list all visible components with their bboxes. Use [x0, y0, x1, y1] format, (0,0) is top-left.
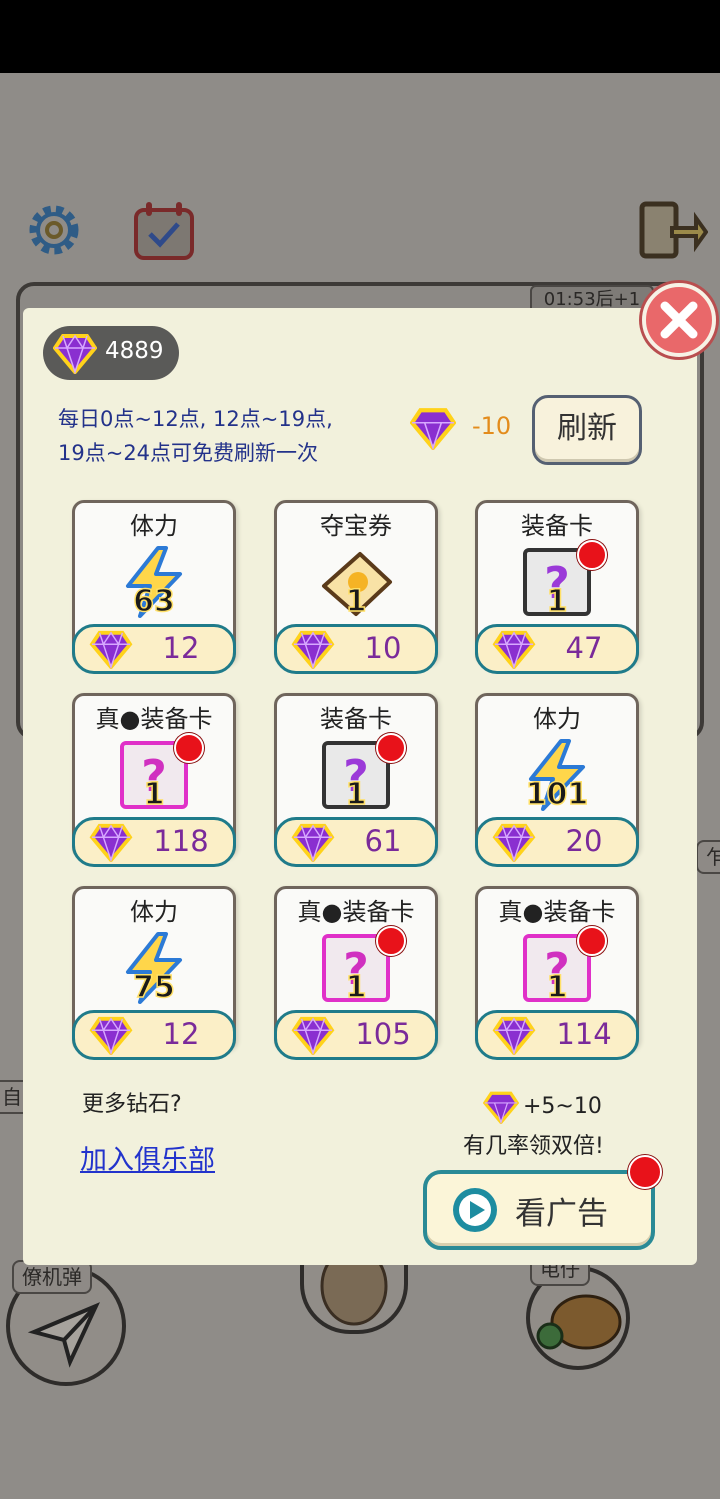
edge-tag-right: 乍 — [696, 840, 720, 874]
notification-badge — [376, 926, 406, 956]
shop-item-card[interactable]: 真●装备卡? 1 118 — [72, 693, 236, 867]
close-button[interactable] — [642, 283, 716, 357]
item-quantity: 1 — [345, 583, 367, 620]
diamond-icon — [53, 334, 97, 374]
refresh-cost: -10 — [472, 412, 512, 440]
item-price-button[interactable]: 10 — [274, 624, 438, 674]
refresh-button[interactable]: 刷新 — [532, 395, 642, 465]
item-price-button[interactable]: 47 — [475, 624, 639, 674]
notification-badge — [628, 1155, 662, 1189]
item-price: 118 — [153, 824, 209, 858]
shop-item-card[interactable]: 真●装备卡? 1 105 — [274, 886, 438, 1060]
item-name: 装备卡 — [521, 512, 593, 540]
item-price: 20 — [565, 824, 603, 858]
item-quantity: 101 — [525, 776, 589, 813]
shop-item-card[interactable]: 体力 75 12 — [72, 886, 236, 1060]
item-price-button[interactable]: 114 — [475, 1010, 639, 1060]
item-quantity: 1 — [143, 776, 165, 813]
settings-gear-icon[interactable] — [22, 200, 86, 264]
item-price-button[interactable]: 61 — [274, 817, 438, 867]
watch-ad-button[interactable]: 看广告 — [423, 1170, 655, 1250]
diamond-icon — [291, 1015, 335, 1059]
item-price: 10 — [364, 631, 402, 665]
diamond-balance: 4889 — [43, 326, 179, 380]
item-price-button[interactable]: 105 — [274, 1010, 438, 1060]
item-quantity: 75 — [132, 969, 175, 1006]
item-price: 105 — [355, 1017, 411, 1051]
ad-reward-amount: +5~10 — [523, 1094, 602, 1119]
item-price: 12 — [162, 631, 200, 665]
item-price: 12 — [162, 1017, 200, 1051]
diamond-count: 4889 — [105, 338, 164, 364]
item-name: 体力 — [533, 705, 581, 733]
diamond-icon — [410, 408, 456, 450]
watch-ad-label: 看广告 — [515, 1196, 608, 1232]
item-price: 61 — [364, 824, 402, 858]
item-quantity: 1 — [546, 583, 568, 620]
refresh-info: 每日0点~12点, 12点~19点, 19点~24点可免费刷新一次 — [58, 402, 408, 470]
diamond-icon — [483, 1091, 519, 1124]
item-price-button[interactable]: 20 — [475, 817, 639, 867]
item-name: 夺宝券 — [320, 512, 392, 540]
notification-badge — [577, 926, 607, 956]
shop-item-card[interactable]: 真●装备卡? 1 114 — [475, 886, 639, 1060]
diamond-icon — [291, 629, 335, 673]
diamond-icon — [89, 822, 133, 866]
diamond-icon — [89, 1015, 133, 1059]
item-name: 真●装备卡 — [498, 898, 616, 926]
shop-item-card[interactable]: 装备卡? 1 47 — [475, 500, 639, 674]
ad-double-chance: 有几率领双倍! — [463, 1134, 604, 1159]
item-price: 47 — [565, 631, 603, 665]
close-icon — [660, 301, 698, 339]
shop-item-card[interactable]: 体力 101 20 — [475, 693, 639, 867]
diamond-icon — [492, 822, 536, 866]
item-price-button[interactable]: 12 — [72, 1010, 236, 1060]
refresh-info-line2: 19点~24点可免费刷新一次 — [58, 441, 319, 465]
diamond-icon — [89, 629, 133, 673]
notification-badge — [174, 733, 204, 763]
play-icon — [453, 1188, 497, 1232]
item-name: 装备卡 — [320, 705, 392, 733]
notification-badge — [376, 733, 406, 763]
item-name: 体力 — [130, 898, 178, 926]
item-price-button[interactable]: 118 — [72, 817, 236, 867]
calendar-check-icon[interactable] — [132, 200, 196, 266]
notification-badge — [577, 540, 607, 570]
item-quantity: 1 — [345, 969, 367, 1006]
shop-item-card[interactable]: 体力 63 12 — [72, 500, 236, 674]
item-price-button[interactable]: 12 — [72, 624, 236, 674]
exit-door-icon[interactable] — [638, 200, 709, 266]
item-quantity: 1 — [345, 776, 367, 813]
item-quantity: 1 — [546, 969, 568, 1006]
item-name: 真●装备卡 — [95, 705, 213, 733]
diamond-icon — [291, 822, 335, 866]
refresh-info-line1: 每日0点~12点, 12点~19点, — [58, 407, 333, 431]
more-diamonds-label: 更多钻石? — [82, 1092, 182, 1117]
item-name: 真●装备卡 — [297, 898, 415, 926]
status-bar — [0, 0, 720, 73]
diamond-icon — [492, 1015, 536, 1059]
item-price: 114 — [556, 1017, 612, 1051]
wingman-tag: 僚机弹 — [12, 1260, 92, 1294]
shop-item-card[interactable]: 装备卡? 1 61 — [274, 693, 438, 867]
join-club-link[interactable]: 加入俱乐部 — [80, 1138, 215, 1177]
diamond-icon — [492, 629, 536, 673]
shop-item-card[interactable]: 夺宝券 1 10 — [274, 500, 438, 674]
item-name: 体力 — [130, 512, 178, 540]
item-quantity: 63 — [132, 583, 175, 620]
